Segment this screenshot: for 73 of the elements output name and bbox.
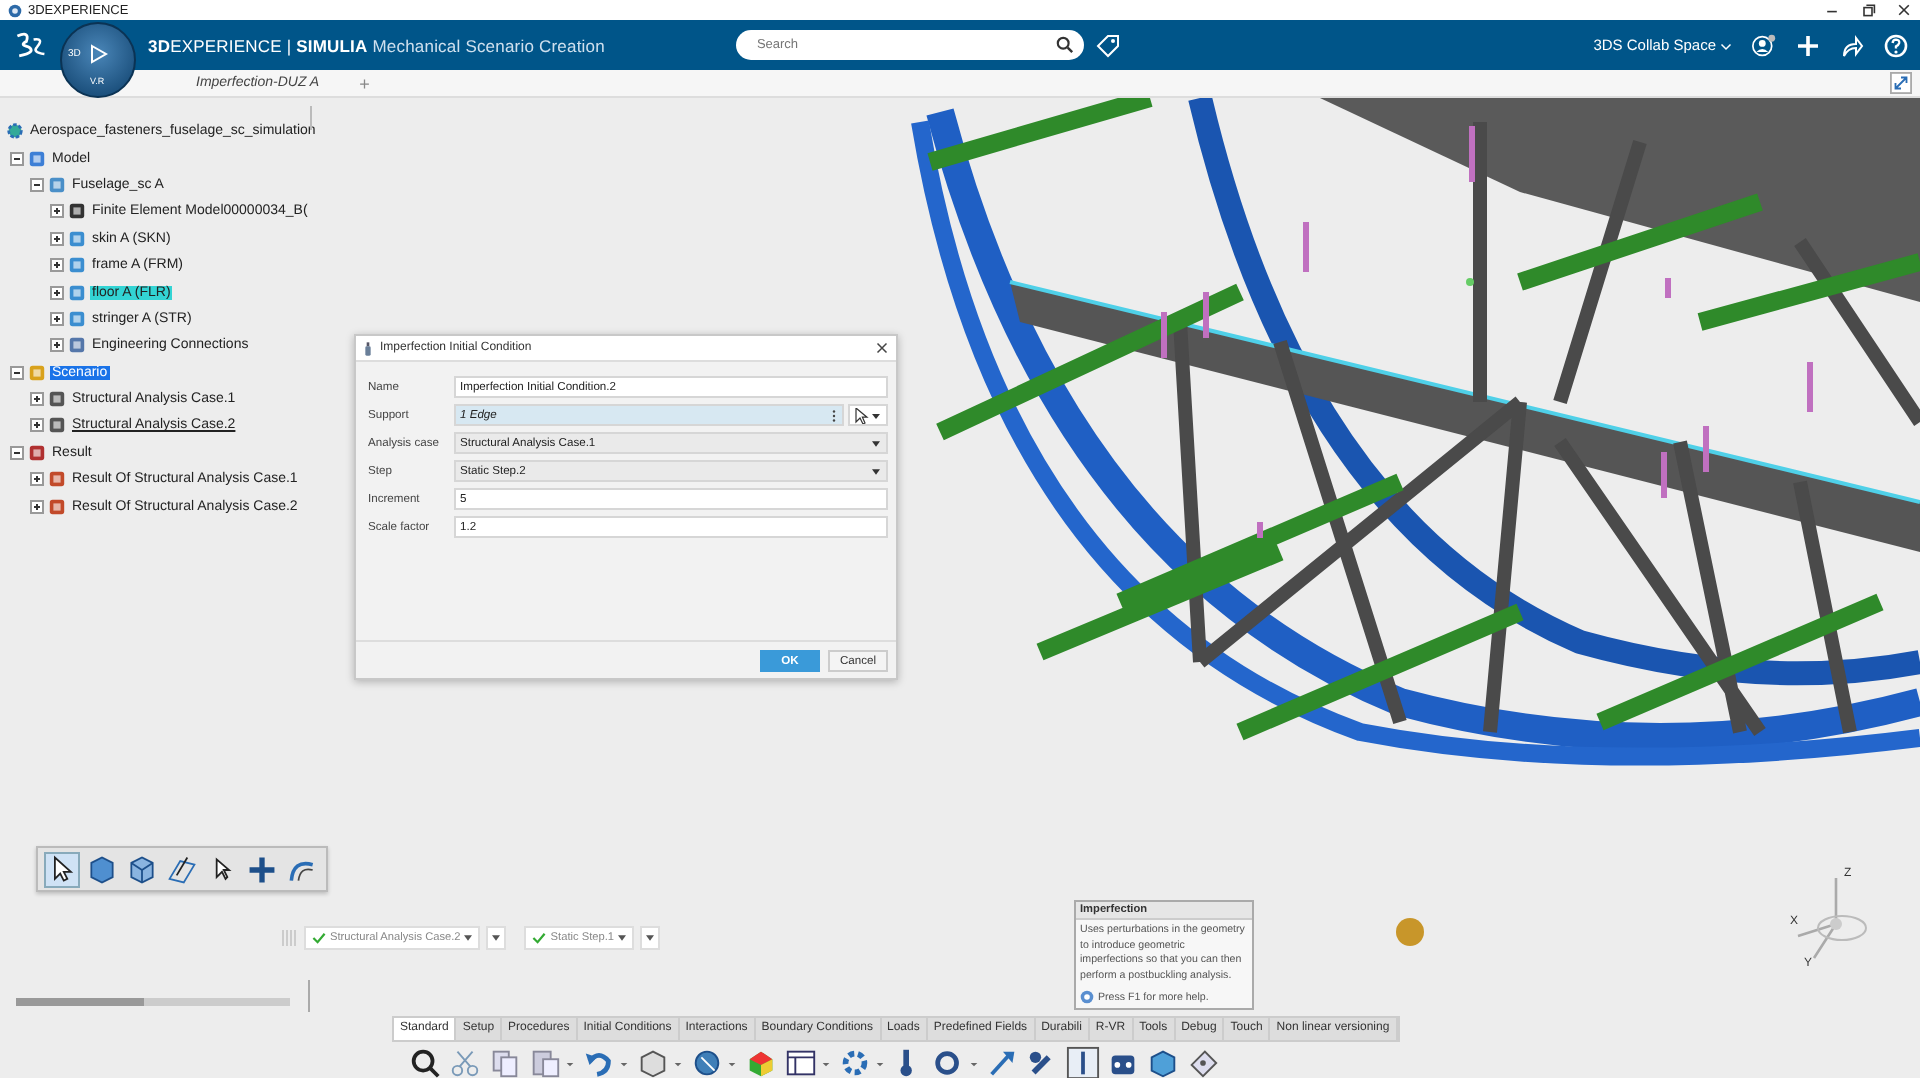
expander-icon[interactable]: [50, 311, 64, 326]
expander-icon[interactable]: [10, 365, 24, 380]
caret-icon: [872, 440, 880, 448]
caret-icon: [618, 934, 627, 942]
app-title: 3DEXPERIENCE | SIMULIA Mechanical Scenario Creation: [148, 35, 605, 55]
gear-icon[interactable]: [838, 1046, 872, 1078]
tag-icon[interactable]: [1096, 33, 1121, 57]
help-icon: [1080, 990, 1094, 1004]
bottle-icon: [364, 341, 372, 355]
expander-icon[interactable]: [30, 418, 44, 433]
copy-icon[interactable]: [488, 1046, 522, 1078]
plus-icon[interactable]: [1796, 33, 1820, 57]
node-icon: [68, 283, 86, 302]
pointer-icon[interactable]: [46, 853, 78, 885]
colored-block-icon[interactable]: [744, 1046, 778, 1078]
gear-icon: [6, 122, 24, 141]
expander-icon[interactable]: [50, 338, 64, 353]
node-icon: [28, 443, 46, 462]
cube-icon[interactable]: [86, 853, 118, 885]
horizontal-scrollbar[interactable]: [16, 998, 290, 1006]
fastener-drawing: [1396, 918, 1424, 946]
help-icon[interactable]: [1884, 33, 1908, 57]
expander-icon[interactable]: [10, 445, 24, 460]
sphere-icon[interactable]: [690, 1046, 724, 1078]
plate-icon[interactable]: [1186, 1046, 1220, 1078]
node-icon: [68, 229, 86, 248]
expander-icon[interactable]: [50, 231, 64, 246]
node-icon: [28, 149, 46, 168]
box-icon[interactable]: [1146, 1046, 1180, 1078]
move-icon[interactable]: [246, 853, 278, 885]
play-icon: [88, 44, 108, 64]
node-icon: [48, 390, 66, 409]
caret-icon: [492, 934, 501, 942]
search-icon[interactable]: [1056, 36, 1075, 54]
expander-icon[interactable]: [30, 472, 44, 487]
logo-icon: [12, 30, 48, 60]
share-icon[interactable]: [1840, 33, 1864, 57]
node-icon: [48, 470, 66, 489]
caret-icon: [464, 934, 473, 942]
chevron-icon[interactable]: [1720, 39, 1732, 51]
dropdown-button[interactable]: [486, 926, 507, 950]
expander-icon[interactable]: [30, 499, 44, 514]
user-icon[interactable]: [1752, 33, 1776, 57]
expander-icon[interactable]: [30, 177, 44, 192]
caret-icon: [646, 934, 655, 942]
node-icon: [68, 336, 86, 355]
expander-icon[interactable]: [50, 285, 64, 300]
node-icon: [68, 202, 86, 221]
caret-icon: [872, 468, 880, 476]
node-icon: [48, 175, 66, 194]
dropdown-button[interactable]: [640, 926, 661, 950]
expander-icon[interactable]: [30, 392, 44, 407]
grip-handle-icon[interactable]: [282, 930, 298, 946]
expander-icon[interactable]: [50, 204, 64, 219]
expander-icon[interactable]: [10, 151, 24, 166]
expander-icon[interactable]: [50, 258, 64, 273]
node-icon: [28, 363, 46, 382]
node-icon: [48, 497, 66, 516]
app-icon: [8, 3, 22, 17]
node-icon: [68, 309, 86, 328]
fullscreen-icon[interactable]: [1890, 72, 1912, 94]
paste-icon[interactable]: [528, 1046, 562, 1078]
cube-icon[interactable]: [636, 1046, 670, 1078]
selection-mode-button[interactable]: [848, 404, 888, 426]
node-icon: [68, 256, 86, 275]
restore-icon[interactable]: [1860, 2, 1876, 18]
table-icon[interactable]: [784, 1046, 818, 1078]
close-icon[interactable]: [1896, 2, 1912, 18]
cube-icon[interactable]: [126, 853, 158, 885]
plane-icon[interactable]: [166, 853, 198, 885]
close-icon[interactable]: [876, 342, 888, 354]
zoom-icon[interactable]: [408, 1046, 442, 1078]
node-icon: [48, 416, 66, 435]
